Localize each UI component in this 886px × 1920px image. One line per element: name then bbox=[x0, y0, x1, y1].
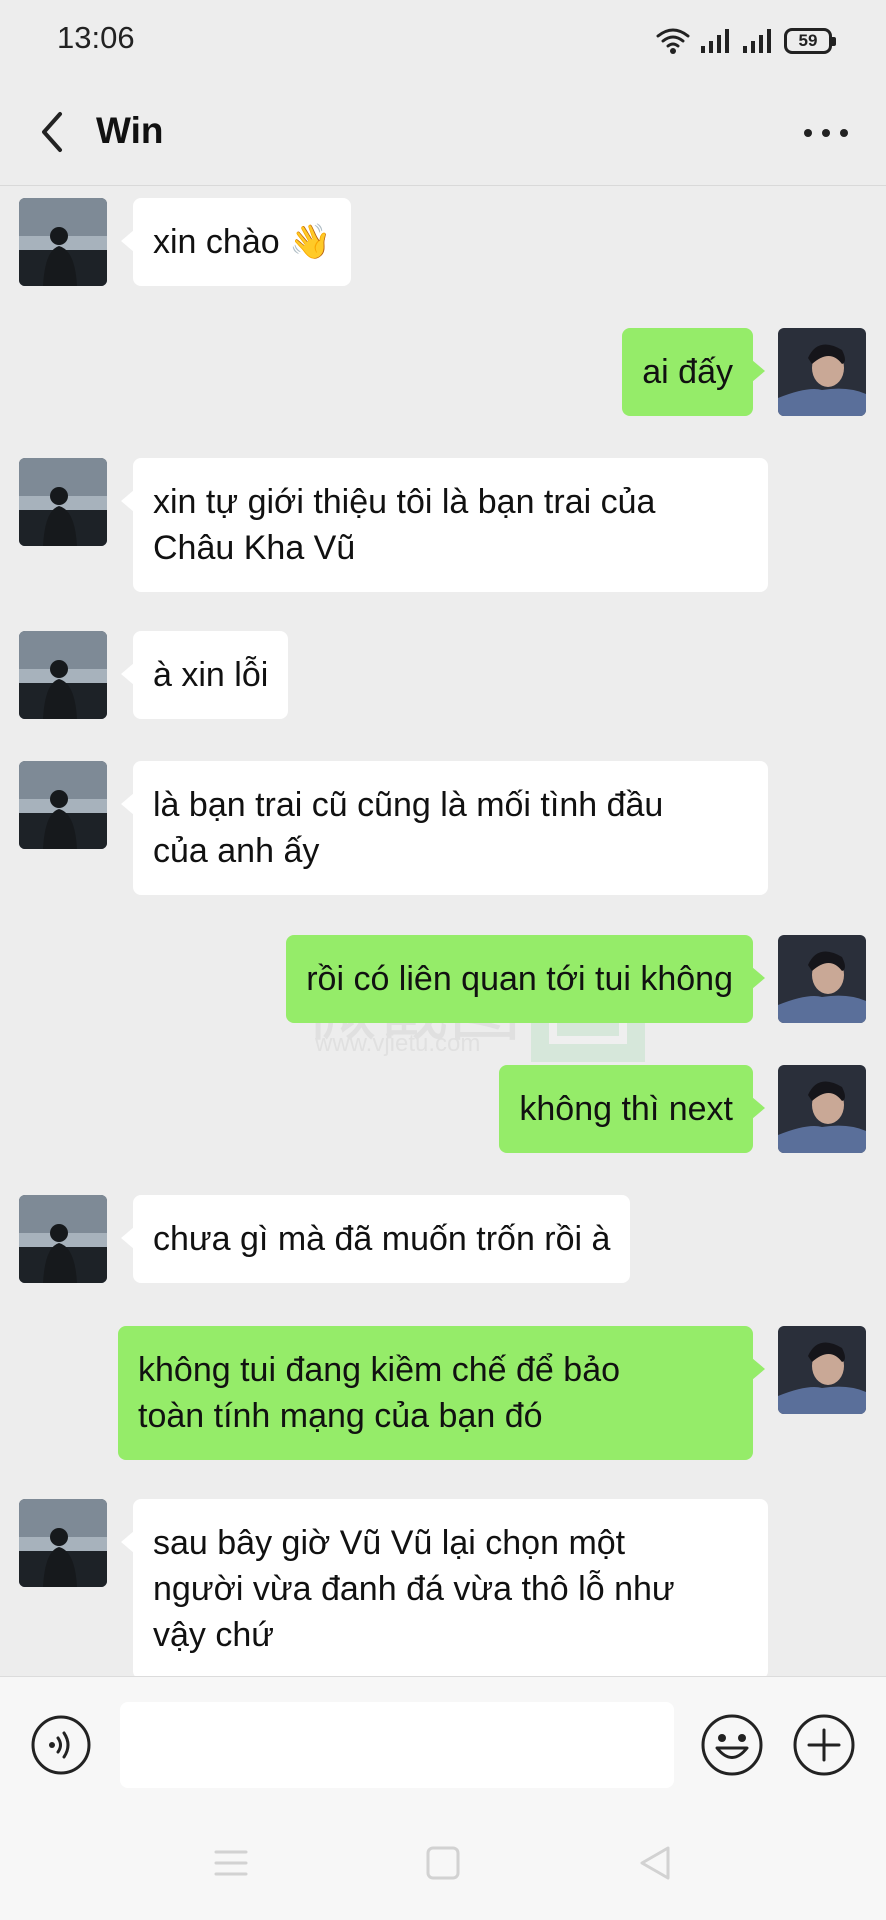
message-line: toàn tính mạng của bạn đó bbox=[138, 1397, 543, 1435]
avatar-silhouette-image bbox=[19, 631, 107, 719]
home-square-icon[interactable] bbox=[422, 1842, 464, 1884]
message-line: rồi có liên quan tới tui không bbox=[306, 960, 733, 998]
message-line: không thì next bbox=[519, 1090, 733, 1128]
contact-avatar[interactable] bbox=[19, 198, 107, 286]
incoming-message-bubble[interactable]: chưa gì mà đã muốn trốn rồi à bbox=[120, 1195, 631, 1283]
message-list[interactable]: 微截图 www.vjietu.com xin chào 👋 ai đấy bbox=[0, 186, 886, 1676]
message-line: người vừa đanh đá vừa thô lỗ như bbox=[153, 1570, 675, 1608]
avatar-silhouette-image bbox=[19, 1195, 107, 1283]
system-nav-bar bbox=[0, 1806, 886, 1920]
message-line: Châu Kha Vũ bbox=[153, 529, 356, 567]
outgoing-message-bubble[interactable]: ai đấy bbox=[622, 328, 765, 416]
avatar-portrait-image bbox=[778, 328, 866, 416]
contact-avatar[interactable] bbox=[19, 1195, 107, 1283]
user-avatar[interactable] bbox=[778, 935, 866, 1023]
message-line: không tui đang kiềm chế để bảo bbox=[138, 1351, 621, 1389]
user-avatar[interactable] bbox=[778, 1326, 866, 1414]
chat-header: Win bbox=[0, 80, 886, 186]
signal-icon bbox=[701, 29, 729, 53]
message-line: xin tự giới thiệu tôi là bạn trai của bbox=[153, 483, 656, 521]
incoming-message-bubble[interactable]: sau bây giờ Vũ Vũ lại chọn một người vừa… bbox=[121, 1499, 768, 1676]
watermark-url: www.vjietu.com bbox=[315, 1030, 481, 1057]
status-time: 13:06 bbox=[57, 20, 135, 55]
battery-icon: 59 bbox=[784, 28, 836, 54]
message-line: xin chào 👋 bbox=[153, 223, 332, 261]
emoji-icon[interactable] bbox=[700, 1713, 764, 1777]
user-avatar[interactable] bbox=[778, 1065, 866, 1153]
incoming-message-bubble[interactable]: xin chào 👋 bbox=[120, 198, 352, 286]
plus-icon[interactable] bbox=[792, 1713, 856, 1777]
status-bar: 13:06 59 bbox=[0, 0, 886, 80]
avatar-portrait-image bbox=[778, 1326, 866, 1414]
contact-avatar[interactable] bbox=[19, 1499, 107, 1587]
status-icons: 59 bbox=[656, 24, 836, 58]
message-line: là bạn trai cũ cũng là mối tình đầu bbox=[153, 786, 664, 824]
user-avatar[interactable] bbox=[778, 328, 866, 416]
back-button[interactable] bbox=[30, 104, 76, 160]
incoming-message-bubble[interactable]: à xin lỗi bbox=[120, 631, 289, 719]
avatar-portrait-image bbox=[778, 935, 866, 1023]
contact-avatar[interactable] bbox=[19, 631, 107, 719]
signal-icon bbox=[743, 29, 771, 53]
more-icon[interactable] bbox=[796, 108, 856, 158]
voice-icon[interactable] bbox=[30, 1714, 92, 1776]
incoming-message-bubble[interactable]: xin tự giới thiệu tôi là bạn trai của Ch… bbox=[121, 458, 768, 592]
avatar-silhouette-image bbox=[19, 458, 107, 546]
input-bar bbox=[0, 1676, 886, 1807]
message-line: vậy chứ bbox=[153, 1616, 275, 1654]
contact-avatar[interactable] bbox=[19, 761, 107, 849]
outgoing-message-bubble[interactable]: rồi có liên quan tới tui không bbox=[286, 935, 765, 1023]
message-line: sau bây giờ Vũ Vũ lại chọn một bbox=[153, 1524, 626, 1562]
incoming-message-bubble[interactable]: là bạn trai cũ cũng là mối tình đầu của … bbox=[121, 761, 768, 895]
outgoing-message-bubble[interactable]: không tui đang kiềm chế để bảo toàn tính… bbox=[118, 1326, 765, 1460]
back-triangle-icon[interactable] bbox=[634, 1842, 676, 1884]
avatar-silhouette-image bbox=[19, 761, 107, 849]
avatar-silhouette-image bbox=[19, 1499, 107, 1587]
message-line: à xin lỗi bbox=[153, 656, 269, 694]
menu-icon[interactable] bbox=[210, 1842, 252, 1884]
message-line: của anh ấy bbox=[153, 832, 320, 870]
wifi-icon bbox=[656, 28, 690, 54]
message-line: chưa gì mà đã muốn trốn rồi à bbox=[153, 1220, 611, 1258]
outgoing-message-bubble[interactable]: không thì next bbox=[499, 1065, 765, 1153]
message-input[interactable] bbox=[120, 1702, 674, 1788]
chat-title: Win bbox=[96, 110, 164, 151]
message-line: ai đấy bbox=[642, 353, 733, 391]
avatar-portrait-image bbox=[778, 1065, 866, 1153]
contact-avatar[interactable] bbox=[19, 458, 107, 546]
avatar-silhouette-image bbox=[19, 198, 107, 286]
